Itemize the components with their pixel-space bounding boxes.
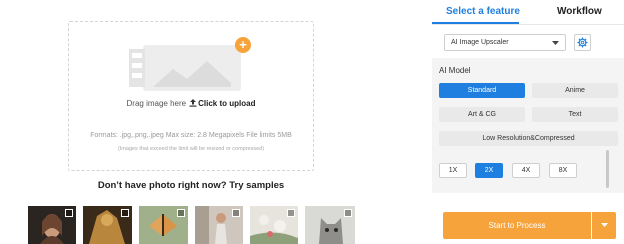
select-checkbox[interactable] (344, 209, 352, 217)
formats-info: Formats: .jpg,.png,.jpeg Max size: 2.8 M… (90, 132, 292, 139)
tab-workflow[interactable]: Workflow (557, 6, 602, 17)
gear-icon (577, 37, 588, 48)
click-to-upload-link[interactable]: Click to upload (198, 99, 255, 108)
model-low-resolution-button[interactable]: Low Resolution&Compressed (439, 131, 618, 146)
model-anime-button[interactable]: Anime (532, 83, 618, 98)
select-checkbox[interactable] (232, 209, 240, 217)
sample-portrait-woman[interactable] (28, 206, 76, 244)
chevron-down-icon (552, 41, 559, 45)
upload-drop-zone[interactable]: + Drag image here Click to upload Formats… (68, 21, 314, 171)
model-text-button[interactable]: Text (532, 107, 618, 122)
scale-2x-button[interactable]: 2X (475, 163, 503, 178)
sample-cat[interactable] (305, 206, 355, 244)
select-checkbox[interactable] (287, 209, 295, 217)
drag-instruction: Drag image here Click to upload (126, 99, 256, 108)
feature-panel: Select a feature Workflow AI Image Upsca… (432, 0, 624, 244)
feature-settings-button[interactable] (574, 34, 591, 51)
ai-model-label: AI Model (439, 66, 471, 75)
upload-icon (189, 99, 197, 107)
chevron-down-icon (601, 223, 608, 227)
sample-butterfly[interactable] (139, 206, 188, 244)
sample-flowers[interactable] (250, 206, 298, 244)
add-image-icon[interactable]: + (235, 37, 251, 53)
feature-select[interactable]: AI Image Upscaler (444, 34, 566, 51)
scale-4x-button[interactable]: 4X (512, 163, 540, 178)
sample-girl-street[interactable] (195, 206, 243, 244)
process-options-button[interactable] (592, 212, 616, 239)
image-placeholder-icon (129, 45, 241, 91)
scale-8x-button[interactable]: 8X (549, 163, 577, 178)
model-standard-button[interactable]: Standard (439, 83, 525, 98)
select-checkbox[interactable] (177, 209, 185, 217)
select-checkbox[interactable] (121, 209, 129, 217)
tab-select-feature[interactable]: Select a feature (446, 6, 520, 17)
limit-note: (Images that exceed the limit will be re… (117, 146, 265, 152)
model-art-cg-button[interactable]: Art & CG (439, 107, 525, 122)
sample-golden-statue[interactable] (83, 206, 132, 244)
start-process-button[interactable]: Start to Process (443, 212, 591, 239)
scale-1x-button[interactable]: 1X (439, 163, 467, 178)
samples-title: Don’t have photo right now? Try samples (97, 180, 285, 191)
settings-scrollbar[interactable] (606, 150, 609, 188)
feature-select-value: AI Image Upscaler (451, 39, 509, 46)
select-checkbox[interactable] (65, 209, 73, 217)
tab-divider (432, 24, 624, 25)
